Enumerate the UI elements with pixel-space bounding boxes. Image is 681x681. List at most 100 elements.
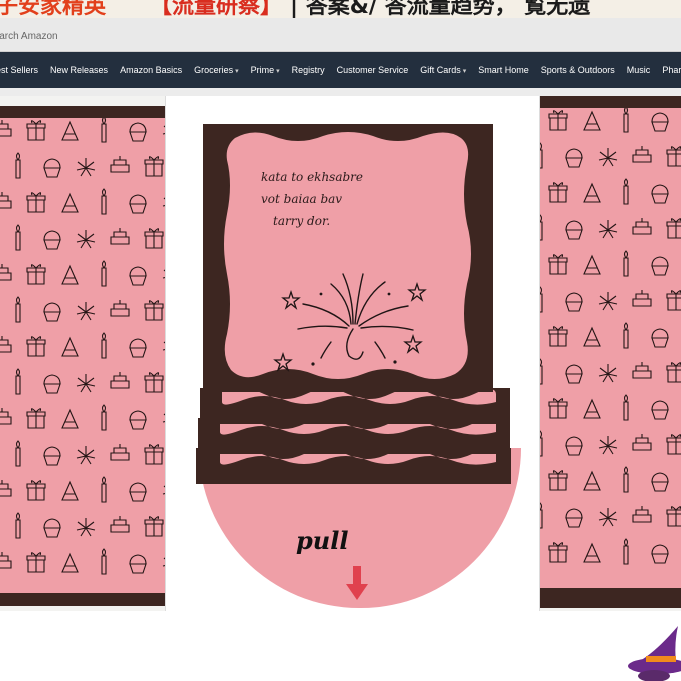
arrow-down-icon [346,566,368,600]
nav-item-prime[interactable]: Prime ▾ [251,65,280,75]
nav-item-label: Groceries [194,65,234,75]
nav-item-pharmacy[interactable]: Pharmacy [662,65,681,75]
pull-label: pull [296,526,349,555]
firework-icon [76,302,96,321]
nav-item-label: Registry [291,65,325,75]
firework-icon [76,518,96,537]
nav-item-gift-cards[interactable]: Gift Cards ▾ [420,65,466,75]
nav-item-label: New Releases [50,65,109,75]
party-hat-icon [583,542,601,563]
cupcake-icon [43,374,61,394]
nav-item-groceries[interactable]: Groceries ▾ [194,65,239,75]
nav-item-label: Music [626,65,651,75]
chevron-down-icon: ▾ [235,68,239,75]
cake-icon [110,156,130,173]
nav-item-new-releases[interactable]: New Releases [50,65,108,75]
candle-icon [15,296,21,323]
firework-icon [598,508,618,527]
gift-icon [548,110,568,131]
candle-icon [15,440,21,467]
gift-icon [26,552,46,573]
gift-icon [26,120,46,141]
promo-text-2: 【流量研察】 [150,0,283,18]
card-center-frame: pull kata to ekhsabre vot baiaa bav tarr… [165,96,540,611]
gift-icon [666,362,681,383]
gift-icon [548,182,568,203]
cupcake-icon [129,554,147,574]
firework-icon [76,230,96,249]
gift-icon [548,542,568,563]
candle-icon [623,322,629,349]
chevron-down-icon: ▾ [276,68,280,75]
nav-item-amazon-basics[interactable]: Amazon Basics [120,65,182,75]
party-hat-icon [61,408,79,429]
gift-icon [666,434,681,455]
candle-icon [101,118,107,143]
candle-icon [15,368,21,395]
cupcake-icon [565,508,583,528]
cupcake-icon [565,364,583,384]
cupcake-icon [129,194,147,214]
nav-item-label: Sports & Outdoors [540,65,615,75]
nav-item-smart-home[interactable]: Smart Home [478,65,529,75]
main-card-face [224,132,471,379]
cupcake-icon [651,544,669,564]
nav-item-registry[interactable]: Registry [292,65,325,75]
party-hat-icon [61,480,79,501]
gift-icon [666,290,681,311]
candle-icon [101,260,107,287]
party-hat-icon [61,192,79,213]
cupcake-icon [565,292,583,312]
chevron-down-icon: ▾ [462,68,467,75]
cupcake-icon [43,230,61,250]
nav-item-customer-service[interactable]: Customer Service [337,65,409,75]
gift-icon [548,470,568,491]
cake-icon [110,300,130,317]
cake-icon [632,290,652,307]
gift-icon [666,506,681,527]
party-hat-icon [61,336,79,357]
cake-icon [632,434,652,451]
nav-item-label: Prime [250,65,275,75]
nav-item-label: Customer Service [336,65,409,75]
party-hat-icon [583,182,601,203]
firework-icon [598,292,618,311]
search-input[interactable] [0,25,681,47]
firework-icon [598,364,618,383]
candle-icon [101,188,107,215]
search-bar [0,18,681,52]
gift-icon [144,372,164,393]
nav-items: Best Sellers New Releases Amazon Basics Gro… [0,65,681,75]
gift-icon [666,218,681,239]
cupcake-icon [651,400,669,420]
cake-icon [110,372,130,389]
nav-divider [0,88,681,96]
candle-icon [101,548,107,575]
nav-item-sports-outdoors[interactable]: Sports & Outdoors [541,65,615,75]
candle-icon [101,332,107,359]
party-hat-icon [61,552,79,573]
cake-icon [110,516,130,533]
page-root: 子安家精英 【流量研察】 | 答案&/ 答流量趋势， 覧无遗 Best Sell… [0,0,681,681]
gift-icon [26,192,46,213]
cupcake-icon [651,472,669,492]
nav-item-best-sellers[interactable]: Best Sellers [0,65,38,75]
cupcake-icon [129,338,147,358]
cupcake-icon [43,518,61,538]
product-image[interactable]: pull kata to ekhsabre vot baiaa bav tarr… [0,96,681,611]
pattern-svg-right [522,108,681,565]
gift-icon [26,336,46,357]
cupcake-icon [43,302,61,322]
card-line-2: vot baiaa bav [261,192,343,206]
nav-item-music[interactable]: Music [627,65,651,75]
candle-icon [623,108,629,133]
cake-icon [632,218,652,235]
candle-icon [623,394,629,421]
candle-icon [101,404,107,431]
candle-icon [623,250,629,277]
card-line-3: tarry dor. [273,214,331,228]
firework-icon [598,436,618,455]
nav-item-label: Pharmacy [662,65,681,75]
gift-icon [144,516,164,537]
gift-icon [548,254,568,275]
